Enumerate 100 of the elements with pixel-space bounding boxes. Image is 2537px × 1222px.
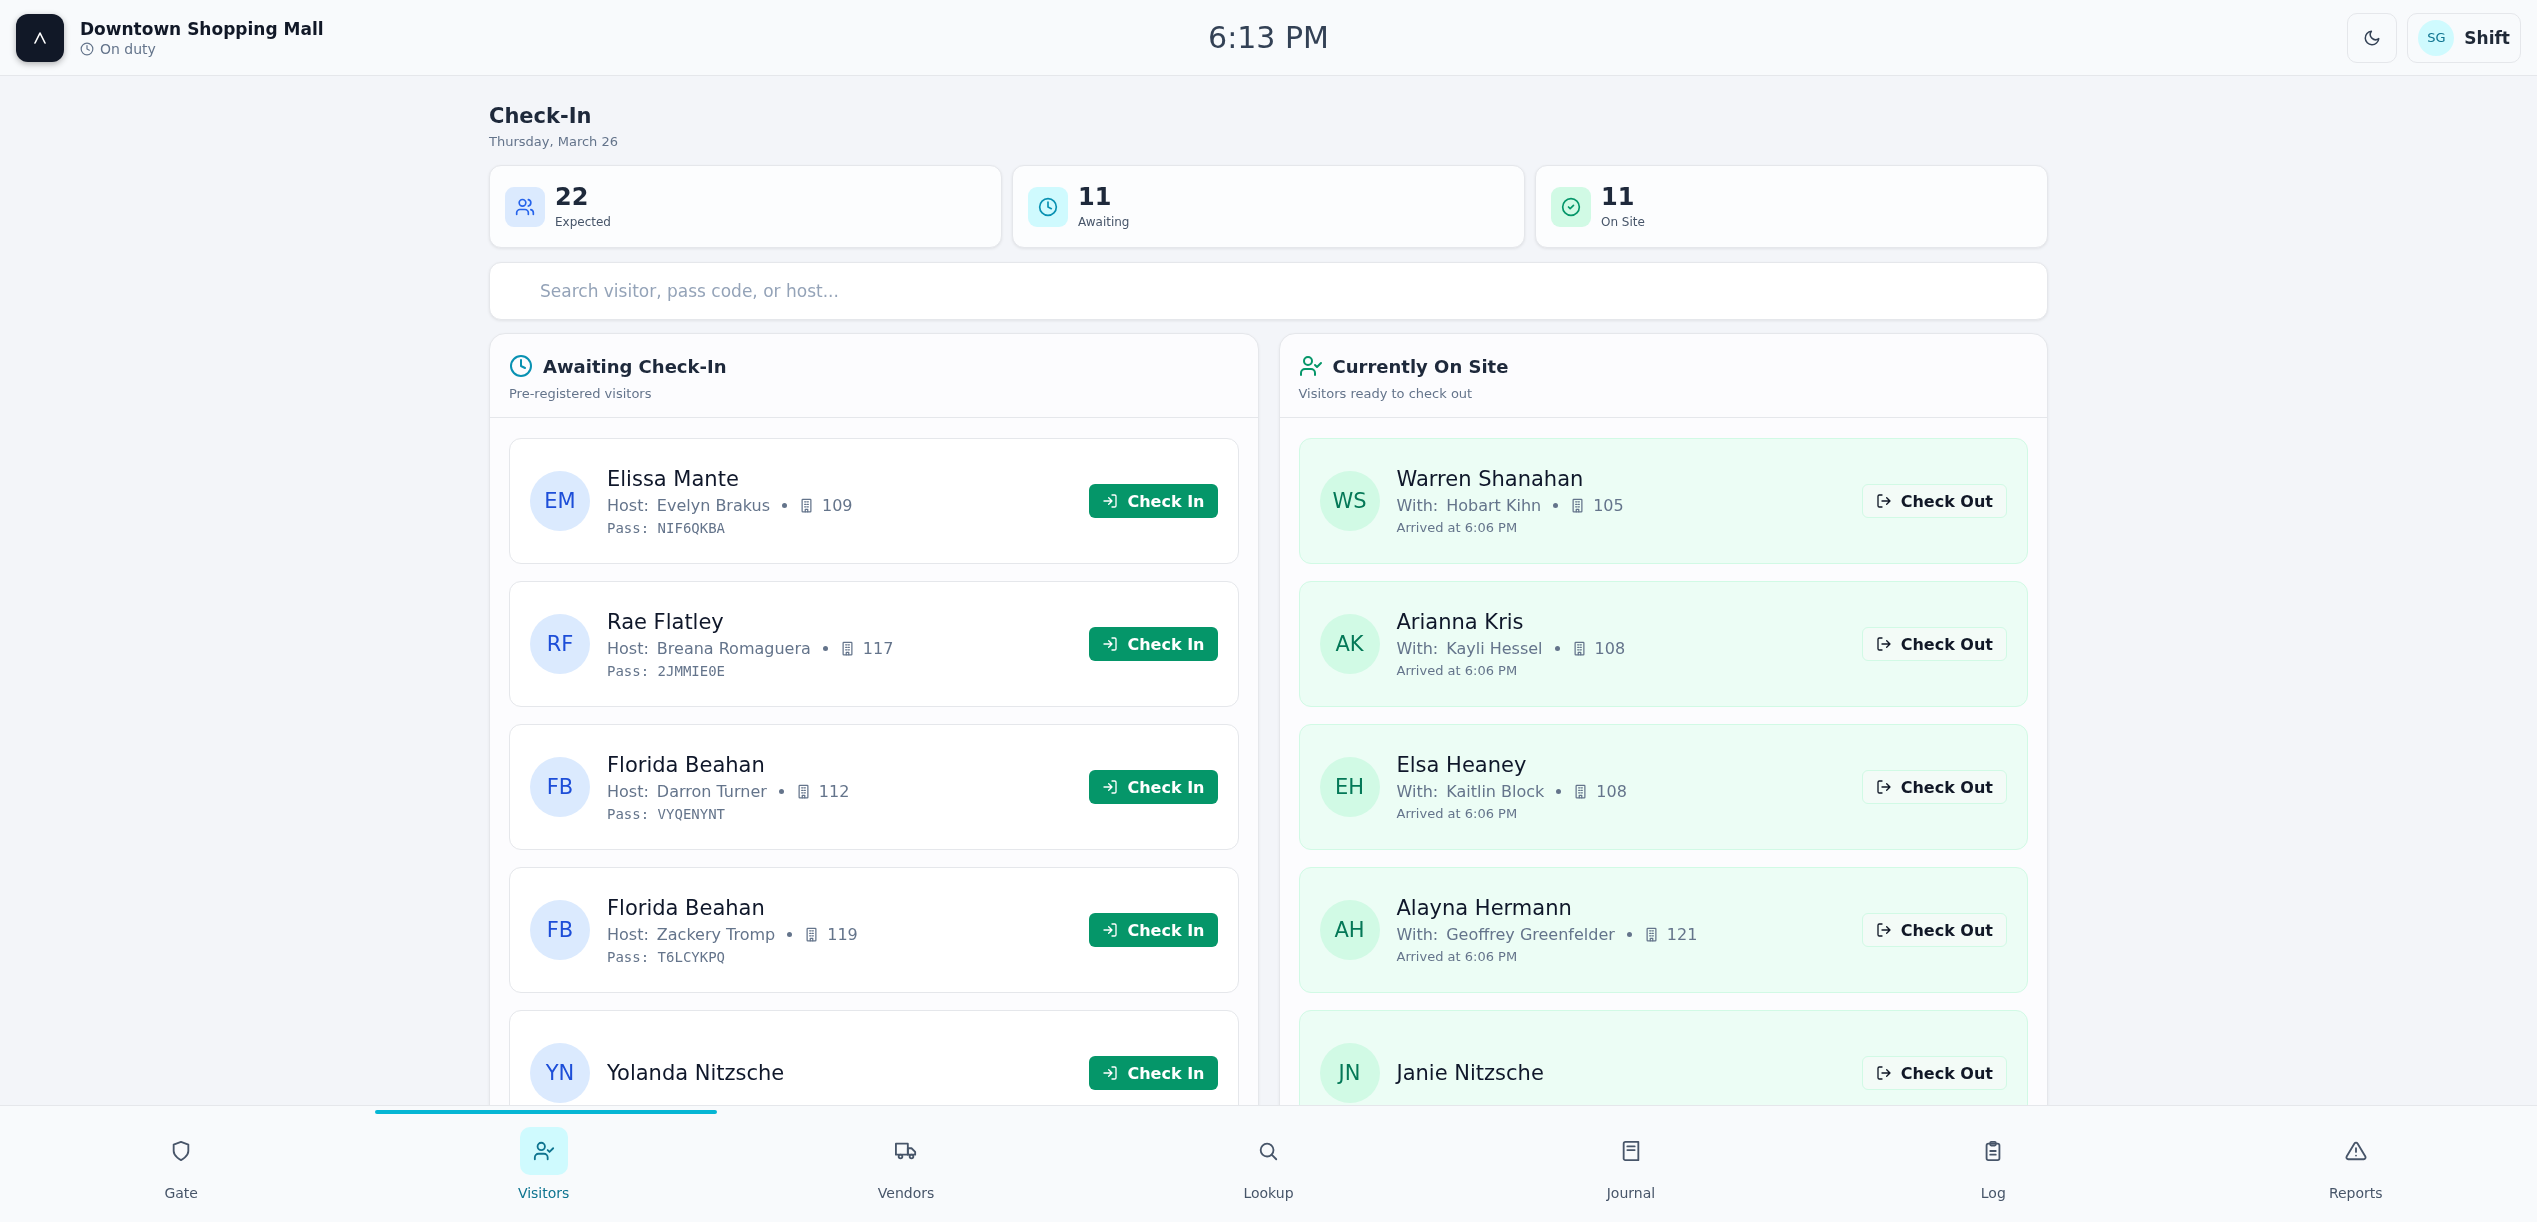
visitor-avatar: JN	[1319, 1043, 1380, 1103]
host-label: Host:	[607, 495, 649, 515]
building-icon	[1571, 641, 1587, 656]
building-icon	[1570, 498, 1586, 513]
nav-tab[interactable]: Lookup	[1087, 1106, 1450, 1222]
pass-code: T6LCYKPQ	[657, 948, 726, 965]
visitor-name: Yolanda Nitzsche	[607, 1061, 786, 1085]
room-number: 108	[1594, 639, 1626, 658]
building-icon	[804, 926, 820, 942]
enter-icon	[1102, 779, 1119, 795]
host-name: Kaitlin Block	[1446, 782, 1545, 801]
arrival-time: Arrived at 6:06 PM	[1396, 520, 1519, 535]
pass-label: Pass:	[607, 948, 650, 965]
clock-icon	[80, 41, 94, 56]
visitor-name: Arianna Kris	[1396, 610, 1525, 634]
pass-code: NIF6QKBA	[657, 519, 726, 536]
visitor-avatar: EH	[1319, 757, 1380, 817]
person-check-icon	[519, 1127, 568, 1175]
site-name: Downtown Shopping Mall	[80, 18, 324, 39]
host-name: Hobart Kihn	[1446, 496, 1542, 515]
nav-tab[interactable]: Gate	[0, 1106, 363, 1222]
page-date: Thursday, March 26	[489, 134, 620, 149]
shift-button[interactable]: SG Shift	[2407, 12, 2521, 63]
check-out-button[interactable]: Check Out	[1861, 913, 2007, 947]
theme-toggle-button[interactable]	[2347, 12, 2398, 63]
room-number: 119	[827, 924, 858, 944]
check-in-button[interactable]: Check In	[1089, 770, 1218, 804]
nav-tab[interactable]: Log	[1812, 1106, 2175, 1222]
visitor-avatar: FB	[530, 900, 590, 960]
separator-dot	[787, 931, 793, 937]
host-label: With:	[1396, 782, 1439, 801]
visitor-name: Janie Nitzsche	[1396, 1061, 1545, 1085]
exit-icon	[1875, 779, 1892, 795]
visitor-name: Rae Flatley	[607, 609, 725, 634]
arrival-time: Arrived at 6:06 PM	[1396, 663, 1519, 678]
building-icon	[1643, 927, 1659, 942]
person-check-icon	[1298, 354, 1323, 378]
stat-label: Expected	[555, 214, 611, 229]
visitor-name: Elissa Mante	[607, 466, 740, 491]
check-out-button[interactable]: Check Out	[1861, 1056, 2007, 1090]
visitor-avatar: AK	[1319, 614, 1380, 674]
people-icon	[505, 186, 545, 227]
visitor-name: Warren Shanahan	[1396, 467, 1585, 491]
building-icon	[795, 783, 811, 799]
visitor-avatar: FB	[530, 757, 590, 817]
arrival-time: Arrived at 6:06 PM	[1396, 806, 1519, 821]
check-out-button[interactable]: Check Out	[1861, 627, 2007, 661]
nav-tab[interactable]: Visitors	[362, 1106, 725, 1222]
visitor-avatar: RF	[530, 614, 590, 674]
host-label: Host:	[607, 638, 649, 658]
visitor-name: Elsa Heaney	[1396, 753, 1528, 777]
separator-dot	[778, 788, 784, 794]
moon-icon	[2363, 28, 2382, 47]
visitor-avatar: EM	[530, 471, 590, 531]
check-in-button[interactable]: Check In	[1089, 627, 1218, 661]
visitor-name: Alayna Hermann	[1396, 896, 1573, 920]
room-number: 121	[1666, 925, 1698, 944]
check-in-button[interactable]: Check In	[1089, 484, 1218, 518]
host-name: Zackery Tromp	[656, 924, 776, 944]
clock-icon	[509, 354, 533, 378]
arrival-time: Arrived at 6:06 PM	[1396, 949, 1519, 964]
check-out-button[interactable]: Check Out	[1861, 770, 2007, 804]
room-number: 105	[1593, 496, 1624, 515]
separator-dot	[1554, 646, 1560, 651]
visitor-avatar: AH	[1319, 900, 1380, 960]
exit-icon	[1875, 636, 1892, 652]
host-label: With:	[1396, 639, 1439, 658]
pass-label: Pass:	[607, 805, 650, 822]
panel-title: Awaiting Check-In	[543, 355, 727, 377]
building-icon	[799, 497, 814, 513]
nav-tab[interactable]: Vendors	[724, 1106, 1088, 1222]
pass-code: VYQENYNT	[657, 805, 726, 822]
stat-value: 11	[1078, 184, 1113, 211]
search-field[interactable]: Search visitor, pass code, or host...	[489, 262, 2048, 320]
stat-value: 11	[1601, 184, 1636, 211]
exit-icon	[1875, 1065, 1892, 1081]
separator-dot	[1553, 503, 1559, 508]
stat-label: On Site	[1601, 214, 1645, 229]
duty-status: On duty	[100, 40, 156, 57]
visitor-avatar: WS	[1319, 471, 1380, 531]
host-name: Geoffrey Greenfelder	[1446, 925, 1615, 944]
check-out-button[interactable]: Check Out	[1861, 484, 2007, 518]
room-number: 112	[818, 781, 850, 801]
clock-icon	[1028, 186, 1068, 227]
host-name: Darron Turner	[656, 781, 767, 801]
nav-tab[interactable]: Reports	[2174, 1106, 2537, 1222]
nav-tab[interactable]: Journal	[1449, 1106, 1813, 1222]
room-number: 108	[1596, 782, 1627, 801]
panel-subtitle: Pre-registered visitors	[509, 386, 653, 401]
host-name: Breana Romaguera	[656, 638, 811, 658]
check-in-button[interactable]: Check In	[1089, 1056, 1218, 1090]
pass-code: 2JMMIE0E	[657, 662, 726, 679]
separator-dot	[822, 645, 828, 651]
enter-icon	[1102, 922, 1119, 938]
host-label: Host:	[607, 924, 649, 944]
building-icon	[1573, 784, 1589, 799]
exit-icon	[1875, 493, 1892, 509]
enter-icon	[1102, 636, 1119, 652]
enter-icon	[1102, 1065, 1119, 1081]
check-in-button[interactable]: Check In	[1089, 913, 1218, 947]
